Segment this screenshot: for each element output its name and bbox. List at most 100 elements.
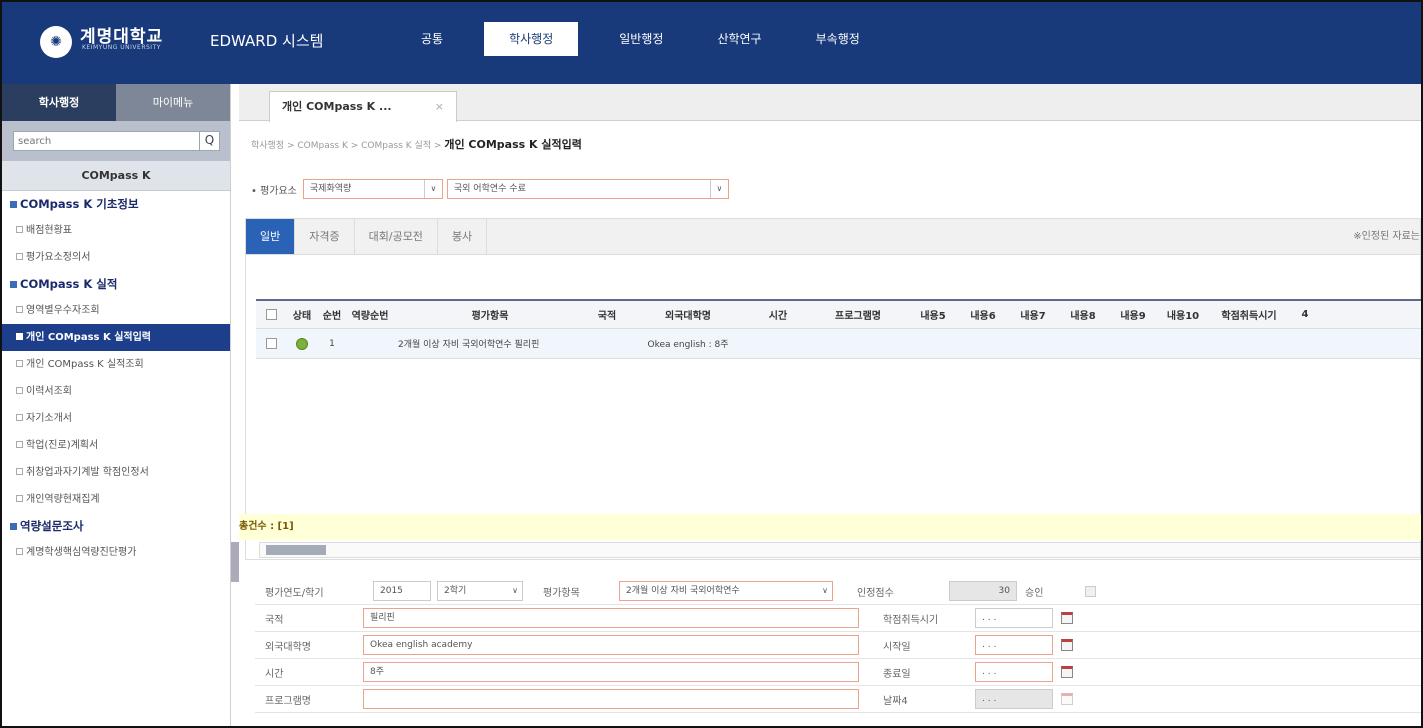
sidebar-item-study-plan[interactable]: 학업(진로)계획서 [2, 432, 230, 459]
scrollbar-thumb[interactable] [266, 545, 326, 555]
calendar-icon[interactable] [1061, 666, 1073, 678]
eval-item-select[interactable]: 국외 어학연수 수료 ∨ [446, 179, 729, 199]
calendar-icon[interactable] [1061, 612, 1073, 624]
sidebar-item-label: 영역별우수자조회 [26, 305, 100, 316]
status-cell [286, 337, 318, 350]
eval-element-select[interactable]: 국제화역량 ∨ [302, 179, 443, 199]
start-date-label: 시작일 [883, 641, 911, 653]
form-row-year: 평가연도/학기 2015 2학기 ∨ 평가항목 2개월 이상 자비 국외어학연수 ∨… [255, 578, 1421, 605]
sidebar-tabs: 학사행정 마이메뉴 [2, 84, 230, 121]
col-comp-seq: 역량순번 [351, 311, 389, 322]
col-eval-item: 평가항목 [471, 311, 509, 322]
sidebar-item-competency-total[interactable]: 개인역량현재집계 [2, 486, 230, 513]
sidebar-tab-academic[interactable]: 학사행정 [2, 84, 116, 121]
sidebar-item-personal-view[interactable]: 개인 COMpass K 실적조회 [2, 351, 230, 378]
search-input[interactable] [14, 132, 194, 150]
term-select[interactable]: 2학기 ∨ [437, 581, 523, 601]
chevron-down-icon: ∨ [423, 180, 442, 198]
row-checkbox-cell [256, 338, 286, 349]
select-all-checkbox[interactable] [265, 308, 277, 320]
page-icon [16, 441, 23, 448]
sidebar-group-survey[interactable]: 역량설문조사 [2, 513, 230, 539]
tab-general[interactable]: 일반 [246, 219, 296, 254]
time-value: 8주 [370, 667, 385, 677]
nav-common[interactable]: 공통 [408, 22, 456, 56]
sidebar-group-basic[interactable]: COMpass K 기초정보 [2, 191, 230, 217]
breadcrumb: 학사행정 > COMpass K > COMpass K 실적 > 개인 COM… [251, 136, 582, 152]
program-field[interactable] [363, 689, 859, 709]
university-logo-icon: ✺ [40, 26, 72, 58]
form-row-country: 국적 필리핀 학점취득시기 . . . [255, 605, 1421, 632]
sidebar-search: Q [13, 131, 220, 151]
col-content10: 내용10 [1166, 311, 1200, 322]
page-icon [16, 253, 23, 260]
time-field[interactable]: 8주 [363, 662, 859, 682]
total-count: 총건수 : [1] [239, 514, 1421, 540]
credit-time-date[interactable]: . . . [975, 608, 1053, 628]
horizontal-scrollbar[interactable] [259, 542, 1421, 558]
eval-item-field[interactable]: 2개월 이상 자비 국외어학연수 ∨ [619, 581, 833, 601]
country-label: 국적 [265, 614, 284, 626]
sidebar-item-diagnosis[interactable]: 계명학생핵심역량진단평가 [2, 539, 230, 566]
sidebar-item-label: 평가요소정의서 [26, 252, 91, 263]
sidebar-tab-mymenu[interactable]: 마이메뉴 [116, 84, 230, 121]
sidebar-item-personal-input[interactable]: 개인 COMpass K 실적입력 [2, 324, 230, 351]
main-content: 개인 COMpass K ... × 학사행정 > COMpass K > CO… [239, 84, 1421, 726]
end-date[interactable]: . . . [975, 662, 1053, 682]
page-icon [16, 306, 23, 313]
select-value: 국외 어학연수 수료 [453, 184, 526, 194]
sidebar-item-eval-definition[interactable]: 평가요소정의서 [2, 244, 230, 271]
document-tabbar: 개인 COMpass K ... × [239, 84, 1421, 122]
calendar-icon[interactable] [1061, 639, 1073, 651]
sidebar-item-score-table[interactable]: 배점현황표 [2, 217, 230, 244]
sidebar-item-top-students[interactable]: 영역별우수자조회 [2, 297, 230, 324]
page-icon [16, 414, 23, 421]
sidebar-item-label: 개인역량현재집계 [26, 494, 100, 505]
sidebar-group-label: COMpass K 기초정보 [20, 197, 139, 211]
cell-seq: 1 [329, 338, 335, 349]
form-row-time: 시간 8주 종료일 . . . [255, 659, 1421, 686]
nav-research[interactable]: 산학연구 [704, 22, 774, 56]
close-icon[interactable]: × [435, 92, 444, 122]
sidebar-item-resume[interactable]: 이력서조회 [2, 378, 230, 405]
row-checkbox[interactable] [265, 338, 277, 349]
nav-general[interactable]: 일반행정 [606, 22, 676, 56]
nav-academic[interactable]: 학사행정 [484, 22, 579, 56]
sidebar-group-performance[interactable]: COMpass K 실적 [2, 271, 230, 297]
breadcrumb-current: 개인 COMpass K 실적입력 [444, 138, 582, 151]
sidebar-collapse-handle[interactable] [231, 542, 239, 582]
sidebar-item-label: 학업(진로)계획서 [26, 440, 99, 451]
school-label: 외국대학명 [265, 641, 311, 653]
detail-form: 평가연도/학기 2015 2학기 ∨ 평가항목 2개월 이상 자비 국외어학연수 ∨… [255, 578, 1421, 713]
app-window: ✺ 계명대학교 KEIMYUNG UNIVERSITY EDWARD 시스템 공… [0, 0, 1423, 728]
credit-time-label: 학점취득시기 [883, 614, 939, 626]
page-icon [16, 360, 23, 367]
time-label: 시간 [265, 668, 284, 680]
start-date[interactable]: . . . [975, 635, 1053, 655]
sidebar-item-label: 개인 COMpass K 실적조회 [26, 359, 144, 370]
sidebar-item-credit-cert[interactable]: 취창업과자기계발 학점인정서 [2, 459, 230, 486]
tab-contest[interactable]: 대회/공모전 [355, 219, 438, 254]
chevron-down-icon: ∨ [709, 180, 728, 198]
col-country: 국적 [597, 311, 617, 322]
search-icon[interactable]: Q [199, 131, 219, 151]
tab-certificate[interactable]: 자격증 [295, 219, 355, 254]
year-field[interactable]: 2015 [373, 581, 431, 601]
panel-note: ※인정된 자료는 [1353, 231, 1420, 242]
col-content8: 내용8 [1070, 311, 1096, 322]
university-subname: KEIMYUNG UNIVERSITY [82, 44, 161, 51]
school-field[interactable]: Okea english academy [363, 635, 859, 655]
date-value: . . . [982, 613, 997, 623]
nav-affiliated[interactable]: 부속행정 [803, 22, 873, 56]
cell-school: Okea english : 8주 [647, 340, 729, 350]
doc-tab-personal-input[interactable]: 개인 COMpass K ... × [269, 91, 457, 122]
col-time: 시간 [768, 311, 788, 322]
col-content9: 내용9 [1120, 311, 1146, 322]
tab-volunteer[interactable]: 봉사 [438, 219, 488, 254]
sidebar-item-self-intro[interactable]: 자기소개서 [2, 405, 230, 432]
country-field[interactable]: 필리핀 [363, 608, 859, 628]
year-value: 2015 [380, 586, 403, 596]
score-field: 30 [949, 581, 1017, 601]
page-icon [16, 387, 23, 394]
table-row[interactable]: 1 2개월 이상 자비 국외어학연수 필리핀 Okea english : 8주 [256, 329, 1421, 359]
